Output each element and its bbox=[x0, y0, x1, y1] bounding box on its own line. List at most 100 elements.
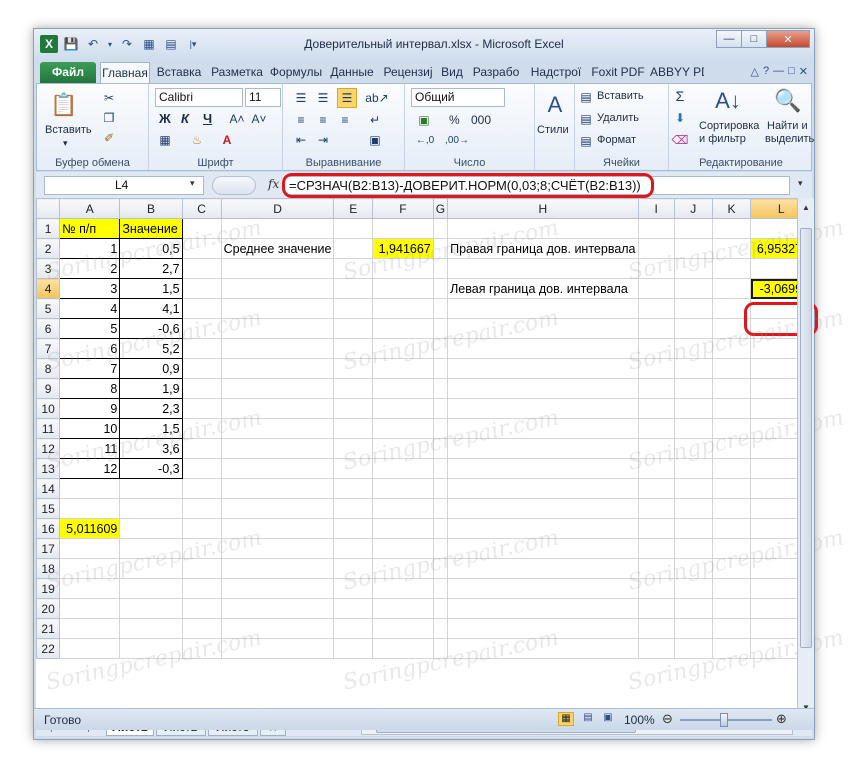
cell-a15[interactable] bbox=[59, 498, 121, 519]
cell-e3[interactable] bbox=[333, 258, 374, 279]
cell-h12[interactable] bbox=[447, 438, 639, 459]
cell-d2[interactable]: Среднее значение bbox=[220, 238, 335, 259]
number-format-select[interactable]: Общий bbox=[411, 88, 505, 107]
fill-color-icon[interactable]: ♨ bbox=[189, 132, 205, 148]
cell-b16[interactable] bbox=[119, 518, 183, 539]
cell-e4[interactable] bbox=[333, 278, 374, 299]
cell-k3[interactable] bbox=[711, 258, 752, 279]
sort-filter-label-1[interactable]: Сортировка bbox=[699, 120, 759, 132]
customize-qat-icon[interactable]: |▾ bbox=[184, 35, 202, 53]
cell-g15[interactable] bbox=[432, 498, 449, 519]
row-header[interactable]: 20 bbox=[35, 598, 61, 619]
font-size-select[interactable]: 11 bbox=[245, 88, 281, 107]
cell-f4[interactable] bbox=[372, 278, 434, 299]
cell-f6[interactable] bbox=[372, 318, 434, 339]
tab-developer[interactable]: Разрабо bbox=[468, 62, 524, 83]
doc-restore-icon[interactable]: □ bbox=[788, 65, 795, 78]
cell-b7[interactable]: 5,2 bbox=[119, 338, 183, 359]
row-header[interactable]: 17 bbox=[35, 538, 61, 559]
increase-indent-icon[interactable]: ⇥ bbox=[315, 132, 331, 148]
find-select-icon[interactable]: 🔍 bbox=[773, 86, 803, 116]
cell-a8[interactable]: 7 bbox=[59, 358, 121, 379]
cell-a19[interactable] bbox=[59, 578, 121, 599]
cell-h19[interactable] bbox=[447, 578, 639, 599]
cell-b20[interactable] bbox=[119, 598, 183, 619]
cell-f16[interactable] bbox=[372, 518, 434, 539]
align-top-icon[interactable]: ☰ bbox=[293, 90, 309, 106]
format-cells-icon[interactable]: ▤ bbox=[579, 134, 593, 148]
cell-f1[interactable] bbox=[372, 218, 434, 239]
cell-j17[interactable] bbox=[673, 538, 713, 559]
cell-c7[interactable] bbox=[181, 338, 222, 359]
row-header[interactable]: 13 bbox=[35, 458, 61, 479]
cell-j10[interactable] bbox=[673, 398, 713, 419]
cell-j9[interactable] bbox=[673, 378, 713, 399]
autosum-icon[interactable]: Σ bbox=[673, 88, 687, 104]
cell-k12[interactable] bbox=[711, 438, 752, 459]
cell-j21[interactable] bbox=[673, 618, 713, 639]
cell-j6[interactable] bbox=[673, 318, 713, 339]
cell-h9[interactable] bbox=[447, 378, 639, 399]
cell-i6[interactable] bbox=[637, 318, 675, 339]
cell-e5[interactable] bbox=[333, 298, 374, 319]
cell-k19[interactable] bbox=[711, 578, 752, 599]
cell-e9[interactable] bbox=[333, 378, 374, 399]
cell-a4[interactable]: 3 bbox=[59, 278, 121, 299]
cell-k16[interactable] bbox=[711, 518, 752, 539]
cell-h1[interactable] bbox=[447, 218, 639, 239]
help-icon[interactable]: ? bbox=[763, 65, 769, 78]
cell-k15[interactable] bbox=[711, 498, 752, 519]
align-center-icon[interactable]: ≡ bbox=[315, 112, 331, 128]
cell-c19[interactable] bbox=[181, 578, 222, 599]
cell-f7[interactable] bbox=[372, 338, 434, 359]
cell-d6[interactable] bbox=[220, 318, 335, 339]
cell-h20[interactable] bbox=[447, 598, 639, 619]
cell-i7[interactable] bbox=[637, 338, 675, 359]
grow-font-icon[interactable]: A˄ bbox=[229, 111, 245, 127]
font-color-icon[interactable]: A bbox=[219, 132, 235, 148]
cell-a13[interactable]: 12 bbox=[59, 458, 121, 479]
cell-a6[interactable]: 5 bbox=[59, 318, 121, 339]
cell-a22[interactable] bbox=[59, 638, 121, 659]
cell-f3[interactable] bbox=[372, 258, 434, 279]
cell-b10[interactable]: 2,3 bbox=[119, 398, 183, 419]
cell-g3[interactable] bbox=[432, 258, 449, 279]
column-header[interactable]: F bbox=[372, 198, 434, 219]
paste-icon[interactable]: 📋 bbox=[49, 90, 79, 120]
cell-i20[interactable] bbox=[637, 598, 675, 619]
cell-b4[interactable]: 1,5 bbox=[119, 278, 183, 299]
bold-button[interactable]: Ж bbox=[159, 111, 171, 126]
cell-c12[interactable] bbox=[181, 438, 222, 459]
cell-j11[interactable] bbox=[673, 418, 713, 439]
cell-f18[interactable] bbox=[372, 558, 434, 579]
cell-g19[interactable] bbox=[432, 578, 449, 599]
zoom-in-icon[interactable]: ⊕ bbox=[776, 711, 787, 727]
excel-logo-icon[interactable]: X bbox=[40, 35, 58, 53]
cell-a21[interactable] bbox=[59, 618, 121, 639]
cell-c18[interactable] bbox=[181, 558, 222, 579]
cell-g10[interactable] bbox=[432, 398, 449, 419]
cell-h17[interactable] bbox=[447, 538, 639, 559]
cell-c20[interactable] bbox=[181, 598, 222, 619]
cell-h8[interactable] bbox=[447, 358, 639, 379]
cell-d3[interactable] bbox=[220, 258, 335, 279]
row-header[interactable]: 7 bbox=[35, 338, 61, 359]
cell-i22[interactable] bbox=[637, 638, 675, 659]
cell-e17[interactable] bbox=[333, 538, 374, 559]
cell-k10[interactable] bbox=[711, 398, 752, 419]
cell-j16[interactable] bbox=[673, 518, 713, 539]
decrease-decimal-icon[interactable]: ,00→ bbox=[445, 132, 469, 148]
copy-icon[interactable]: ❐ bbox=[101, 110, 117, 126]
doc-close-icon[interactable]: ✕ bbox=[799, 65, 808, 78]
print-preview-icon[interactable]: ▤ bbox=[162, 35, 180, 53]
cell-b12[interactable]: 3,6 bbox=[119, 438, 183, 459]
sort-filter-icon[interactable]: A↓ bbox=[713, 86, 743, 116]
cell-a18[interactable] bbox=[59, 558, 121, 579]
cell-k11[interactable] bbox=[711, 418, 752, 439]
row-header[interactable]: 4 bbox=[35, 278, 61, 299]
cell-c5[interactable] bbox=[181, 298, 222, 319]
cell-g14[interactable] bbox=[432, 478, 449, 499]
row-header[interactable]: 11 bbox=[35, 418, 61, 439]
cell-g4[interactable] bbox=[432, 278, 449, 299]
cell-b1[interactable]: Значение bbox=[119, 218, 183, 239]
